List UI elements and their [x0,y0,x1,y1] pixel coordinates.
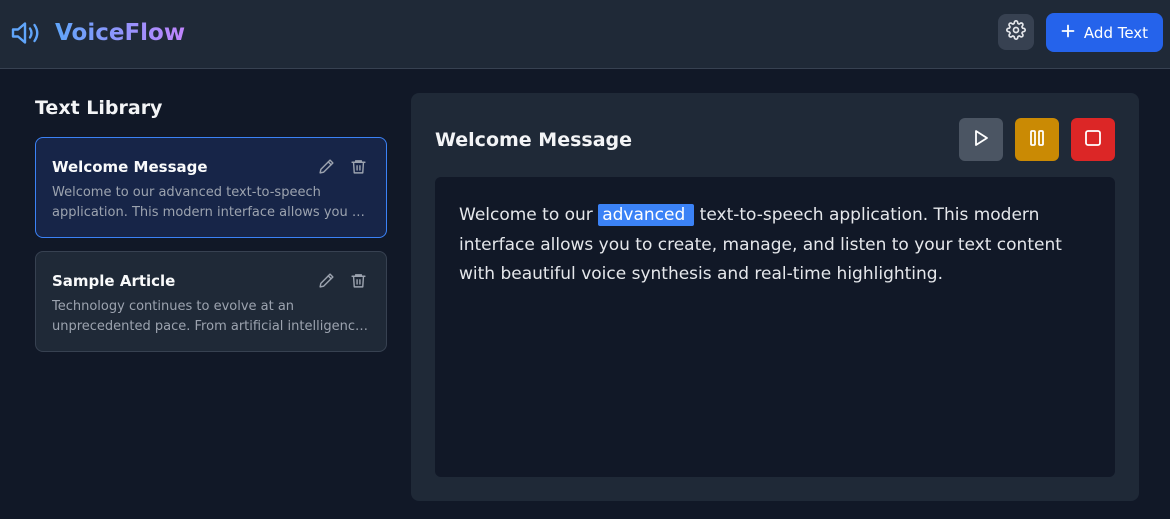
app-logo-text: VoiceFlow [55,20,186,46]
reading-text-area: Welcome to our advanced text-to-speech a… [435,177,1115,477]
add-text-label: Add Text [1083,23,1149,42]
library-item-preview: Technology continues to evolve at an unp… [52,299,368,334]
library-title: Text Library [35,97,163,119]
stop-button[interactable] [1071,118,1115,161]
play-icon [971,128,991,152]
pause-icon [1027,128,1047,152]
library-item-title: Sample Article [52,272,176,290]
app-header: VoiceFlow Add Text [0,0,1170,69]
library-item-welcome-message[interactable]: Welcome Message Welcome to our advanced … [35,137,387,238]
play-button[interactable] [959,118,1003,161]
gear-icon [1006,20,1026,44]
plus-icon [1061,24,1075,42]
settings-button[interactable] [998,14,1034,50]
pause-button[interactable] [1015,118,1059,161]
library-item-preview: Welcome to our advanced text-to-speech a… [52,185,368,220]
stop-icon [1083,128,1103,152]
library-item-title: Welcome Message [52,158,208,176]
speaker-volume-icon [10,19,44,47]
edit-icon[interactable] [317,271,335,289]
library-item-sample-article[interactable]: Sample Article Technology continues to e… [35,251,387,352]
edit-icon[interactable] [317,157,335,175]
reader-panel: Welcome Message Welcome to our advanced … [411,93,1139,501]
trash-icon[interactable] [349,271,367,289]
trash-icon[interactable] [349,157,367,175]
add-text-button[interactable]: Add Text [1046,13,1163,52]
current-word-highlight: advanced [598,204,695,226]
reader-title: Welcome Message [435,129,633,151]
text-before-highlight: Welcome to our [459,205,599,225]
reading-text: Welcome to our advanced text-to-speech a… [459,201,1089,290]
